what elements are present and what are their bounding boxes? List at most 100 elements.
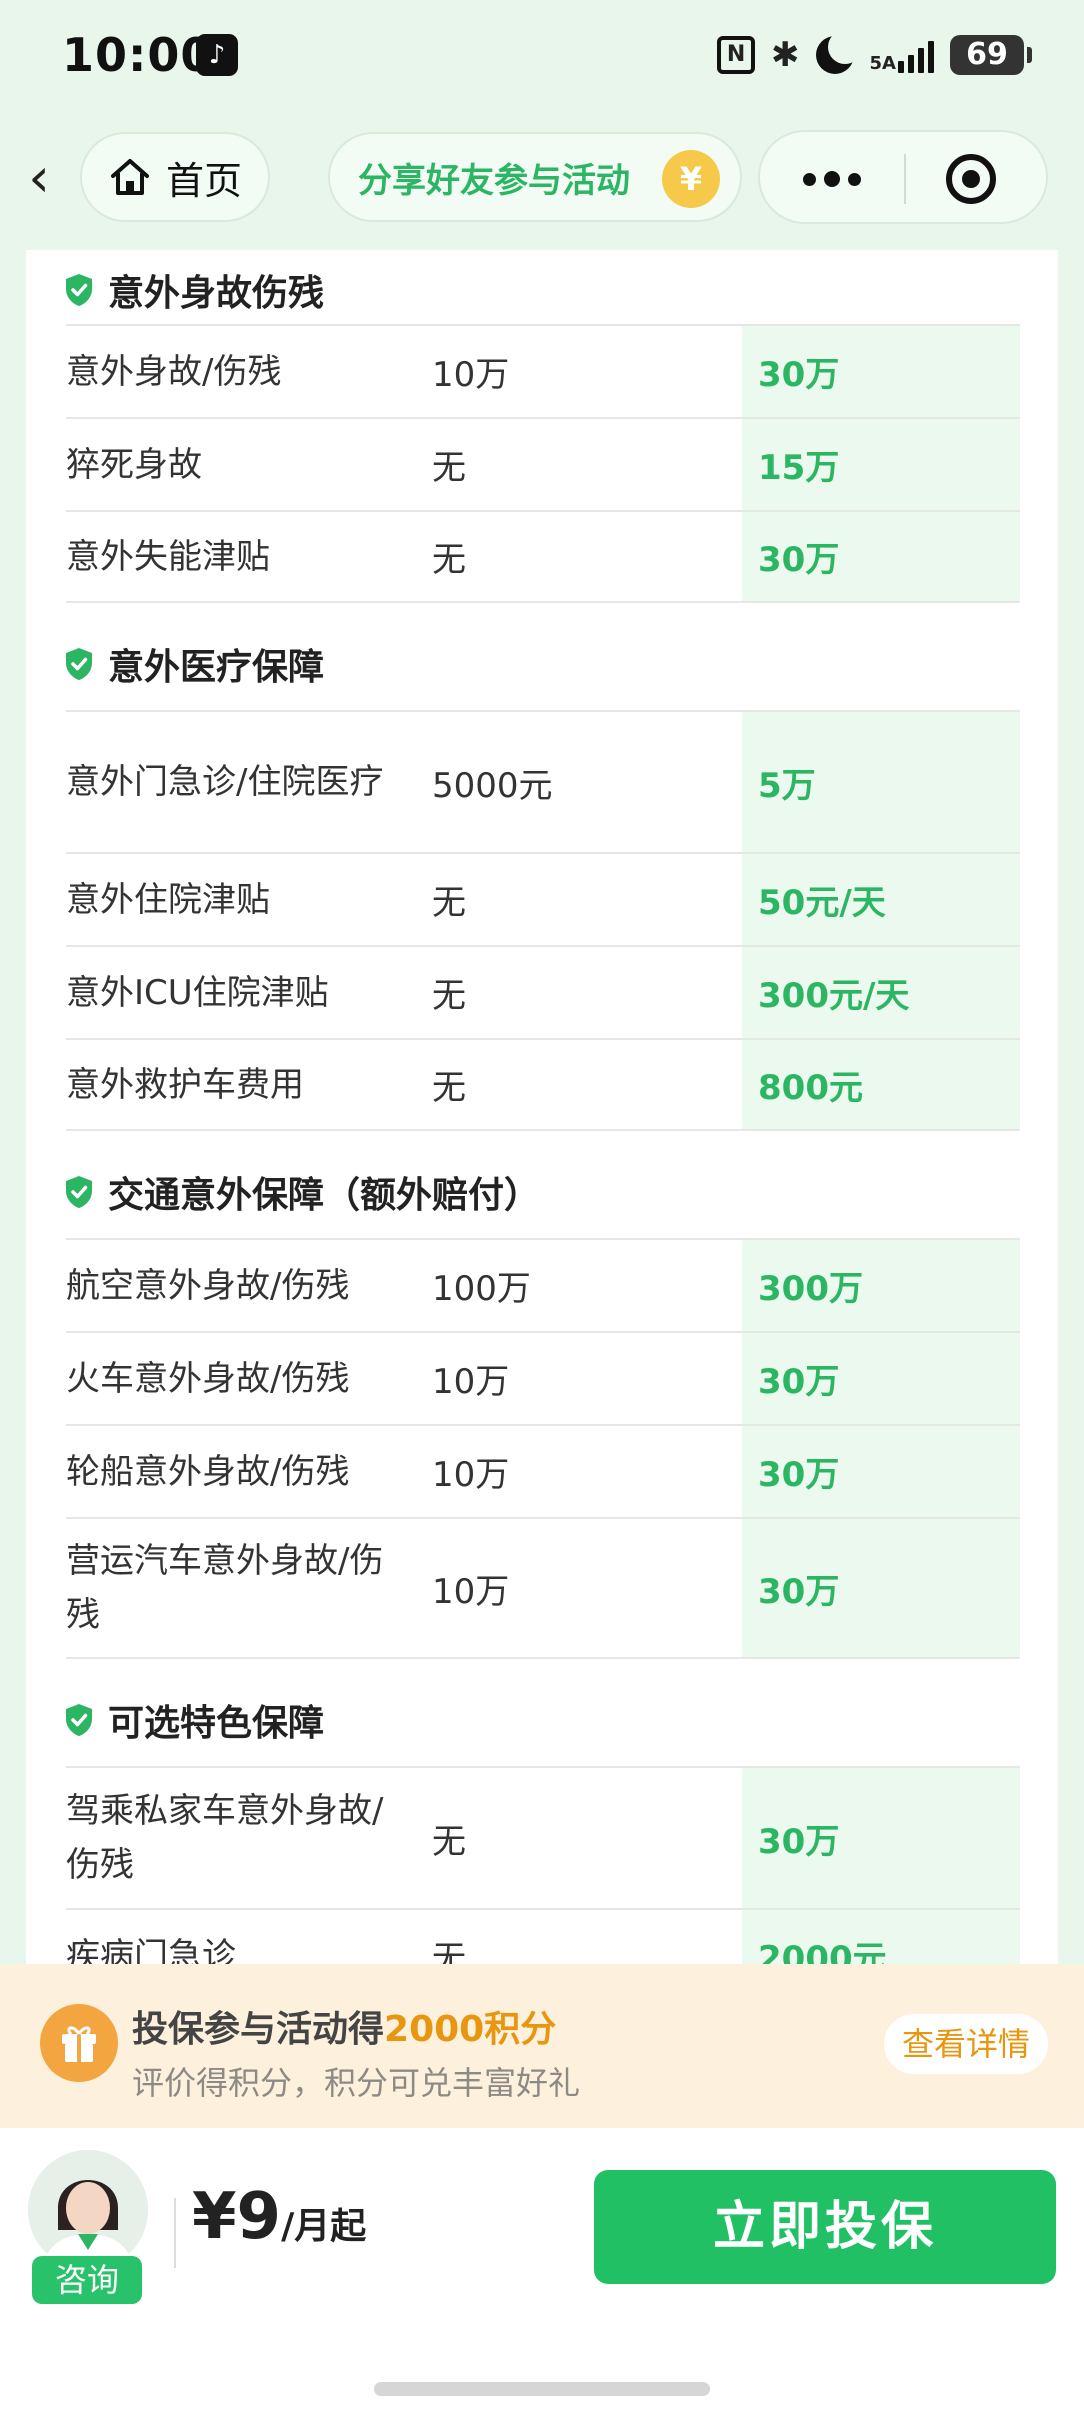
price-value: ¥9 [192,2180,282,2254]
base-amount: 无 [432,540,466,580]
table-row: 意外救护车费用 无 800元 [66,1038,1020,1131]
section-title-text: 意外医疗保障 [108,647,325,688]
coverage-name: 意外门急诊/住院医疗 [66,762,384,802]
table-row: 轮船意外身故/伤残 10万 30万 [66,1424,1020,1517]
divider [174,2198,176,2268]
base-amount: 无 [432,976,466,1016]
avatar[interactable] [28,2150,148,2270]
shield-check-icon [66,274,92,306]
status-bar: 10:00 ♪ N ✱ 5A 69 [0,0,1084,110]
coverage-name: 火车意外身故/伤残 [66,1358,350,1399]
price-unit: /月起 [281,2206,367,2247]
base-amount: 10万 [432,1571,510,1612]
base-amount: 无 [432,448,466,488]
capsule-divider [904,154,906,204]
signal-icon: 5A [870,37,934,73]
coverage-name: 疾病门急诊 [66,1935,236,1965]
base-amount: 10万 [432,1362,510,1402]
coverage-name: 意外住院津贴 [66,879,270,920]
table-row: 意外ICU住院津贴 无 300元/天 [66,945,1020,1038]
share-activity-button[interactable]: 分享好友参与活动 ¥ [328,132,742,222]
home-icon [110,159,149,195]
nfc-icon: N [717,36,756,74]
view-details-button[interactable]: 查看详情 [884,2014,1048,2074]
consult-button[interactable]: 咨询 [32,2256,142,2304]
status-icons: N ✱ 5A 69 [717,30,1032,80]
bluetooth-icon: ✱ [771,35,800,75]
section-title-text: 交通意外保障（额外赔付） [108,1175,541,1216]
base-amount: 100万 [432,1269,531,1309]
status-time: 10:00 [62,28,214,82]
table-row: 意外失能津贴 无 30万 [66,510,1020,603]
network-type: 5A [869,53,896,74]
table-row: 意外门急诊/住院医疗 5000元 5万 [66,710,1020,852]
section-title: 意外医疗保障 [64,624,324,704]
upgraded-amount: 50元/天 [742,854,1020,945]
table-row: 航空意外身故/伤残 100万 300万 [66,1238,1020,1331]
gift-icon [40,2004,118,2082]
base-amount: 5000元 [432,765,553,806]
base-amount: 10万 [432,355,510,395]
back-button[interactable]: ‹ [14,148,64,208]
promo-title: 投保参与活动得2000积分 [132,2000,556,2052]
shield-check-icon [66,1704,92,1736]
coverage-name: 意外ICU住院津贴 [66,972,329,1013]
upgraded-amount: 5万 [742,712,1020,852]
section-title-text: 可选特色保障 [108,1703,325,1744]
promo-subtitle: 评价得积分，积分可兑丰富好礼 [132,2064,581,2102]
upgraded-amount: 30万 [742,1519,1020,1657]
upgraded-amount: 2000元 [742,1910,1020,1964]
do-not-disturb-icon [815,30,862,74]
coverage-name: 意外身故/伤残 [66,351,282,392]
more-button[interactable] [760,132,904,226]
share-label: 分享好友参与活动 [358,160,630,201]
upgraded-amount: 30万 [742,512,1020,601]
close-miniprogram-icon[interactable] [946,154,996,204]
upgraded-amount: 30万 [742,1333,1020,1424]
upgraded-amount: 800元 [742,1040,1020,1129]
table-row: 火车意外身故/伤残 10万 30万 [66,1331,1020,1424]
shield-check-icon [66,1176,92,1208]
tiktok-icon: ♪ [196,34,238,76]
coin-icon: ¥ [662,150,720,208]
base-amount: 10万 [432,1455,510,1495]
home-button[interactable]: 首页 [80,132,270,222]
table-row: 意外身故/伤残 10万 30万 [66,324,1020,417]
coverage-name: 意外救护车费用 [66,1064,304,1105]
coverage-name: 驾乘私家车意外身故/伤残 [66,1791,384,1885]
shield-check-icon [66,648,92,680]
upgraded-amount: 30万 [742,1426,1020,1517]
upgraded-amount: 30万 [742,1768,1020,1908]
table-row: 疾病门急诊 无 2000元 [66,1908,1020,1964]
coverage-table: 意外身故伤残 意外身故/伤残 10万 30万 猝死身故 无 15万 意外失能津贴… [26,250,1058,1964]
table-row: 驾乘私家车意外身故/伤残 无 30万 [66,1766,1020,1908]
promo-title-prefix: 投保参与活动得 [132,2009,385,2050]
bottom-action-bar: 咨询 ¥9/月起 立即投保 [0,2128,1084,2412]
upgraded-amount: 30万 [742,326,1020,417]
home-indicator[interactable] [374,2382,710,2396]
base-amount: 无 [432,1939,466,1964]
promo-points: 2000积分 [384,2009,557,2050]
promo-banner: 投保参与活动得2000积分 评价得积分，积分可兑丰富好礼 查看详情 [0,1964,1084,2128]
base-amount: 无 [432,1821,466,1862]
base-amount: 无 [432,883,466,923]
battery-icon: 69 [950,35,1032,75]
table-row: 猝死身故 无 15万 [66,417,1020,510]
coverage-name: 航空意外身故/伤残 [66,1265,350,1306]
price-display: ¥9/月起 [192,2180,366,2254]
coverage-name: 意外失能津贴 [66,536,270,577]
base-amount: 无 [432,1068,466,1108]
nav-bar: ‹ 首页 分享好友参与活动 ¥ [0,110,1084,250]
section-title-text: 意外身故伤残 [108,273,325,314]
buy-now-button[interactable]: 立即投保 [594,2170,1056,2284]
upgraded-amount: 300元/天 [742,947,1020,1038]
section-title: 可选特色保障 [64,1680,324,1760]
section-title: 意外身故伤残 [64,250,324,330]
upgraded-amount: 15万 [742,419,1020,510]
miniprogram-capsule [758,130,1048,224]
table-row: 营运汽车意外身故/伤残 10万 30万 [66,1517,1020,1659]
coverage-name: 猝死身故 [66,444,202,485]
home-label: 首页 [165,158,242,203]
upgraded-amount: 300万 [742,1240,1020,1331]
coverage-name: 轮船意外身故/伤残 [66,1451,350,1492]
